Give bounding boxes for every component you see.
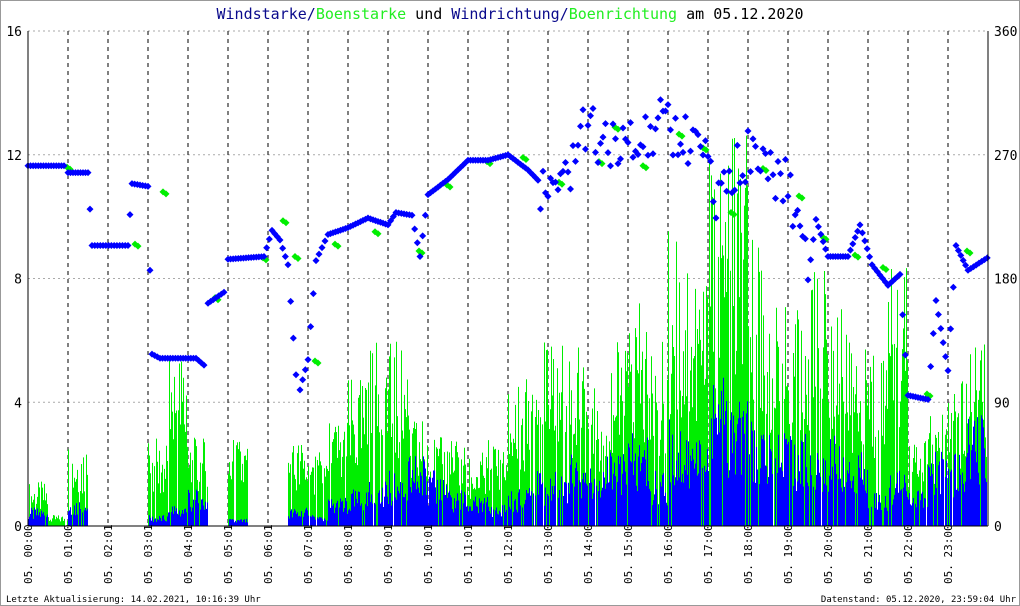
right-tick-label: 180: [994, 273, 1017, 288]
x-tick-label: 05. 02:01: [102, 524, 115, 584]
right-tick-label: 90: [994, 396, 1010, 411]
x-tick-label: 05. 23:00: [942, 524, 955, 584]
left-tick-label: 16: [6, 25, 22, 40]
title-part-2: Boenstarke: [316, 5, 406, 23]
x-tick-label: 05. 12:01: [502, 524, 515, 584]
x-tick-label: 05. 08:01: [342, 524, 355, 584]
x-tick-label: 05. 09:01: [382, 524, 395, 584]
x-tick-label: 05. 07:01: [302, 524, 315, 584]
title-part-1: /: [307, 5, 316, 23]
x-tick-label: 05. 11:01: [462, 524, 475, 584]
x-tick-label: 05. 01:00: [62, 524, 75, 584]
title-part-7: am 05.12.2020: [677, 5, 803, 23]
x-tick-label: 05. 13:00: [542, 524, 555, 584]
x-tick-label: 05. 05:01: [222, 524, 235, 584]
footer-last-update: Letzte Aktualisierung: 14.02.2021, 10:16…: [6, 595, 261, 605]
x-tick-label: 05. 22:00: [902, 524, 915, 584]
x-tick-label: 05. 19:00: [782, 524, 795, 584]
x-tick-label: 05. 00:00: [22, 524, 35, 584]
x-tick-label: 05. 06:01: [262, 524, 275, 584]
right-tick-label: 0: [994, 520, 1002, 535]
x-tick-label: 05. 21:00: [862, 524, 875, 584]
x-tick-label: 05. 14:00: [582, 524, 595, 584]
left-tick-label: 8: [14, 273, 22, 288]
title-part-5: /: [560, 5, 569, 23]
x-tick-label: 05. 16:00: [662, 524, 675, 584]
title-part-0: Windstarke: [216, 5, 306, 23]
left-tick-label: 0: [14, 520, 22, 535]
right-tick-label: 270: [994, 149, 1017, 164]
title-part-6: Boenrichtung: [569, 5, 677, 23]
wind-chart: Windstarke/Boenstarke und Windrichtung/B…: [0, 0, 1020, 606]
right-tick-label: 360: [994, 25, 1017, 40]
title-part-3: und: [406, 5, 451, 23]
left-tick-label: 4: [14, 396, 22, 411]
title-part-4: Windrichtung: [451, 5, 559, 23]
footer-data-status: Datenstand: 05.12.2020, 23:59:04 Uhr: [821, 595, 1017, 605]
chart-title: Windstarke/Boenstarke und Windrichtung/B…: [216, 5, 803, 23]
x-tick-label: 05. 17:00: [702, 524, 715, 584]
left-tick-label: 12: [6, 149, 22, 164]
x-tick-label: 05. 04:01: [182, 524, 195, 584]
x-tick-label: 05. 18:00: [742, 524, 755, 584]
x-tick-label: 05. 20:00: [822, 524, 835, 584]
x-tick-label: 05. 03:01: [142, 524, 155, 584]
x-tick-label: 05. 15:00: [622, 524, 635, 584]
x-tick-label: 05. 10:01: [422, 524, 435, 584]
chart-container: Windstarke/Boenstarke und Windrichtung/B…: [0, 0, 1020, 606]
